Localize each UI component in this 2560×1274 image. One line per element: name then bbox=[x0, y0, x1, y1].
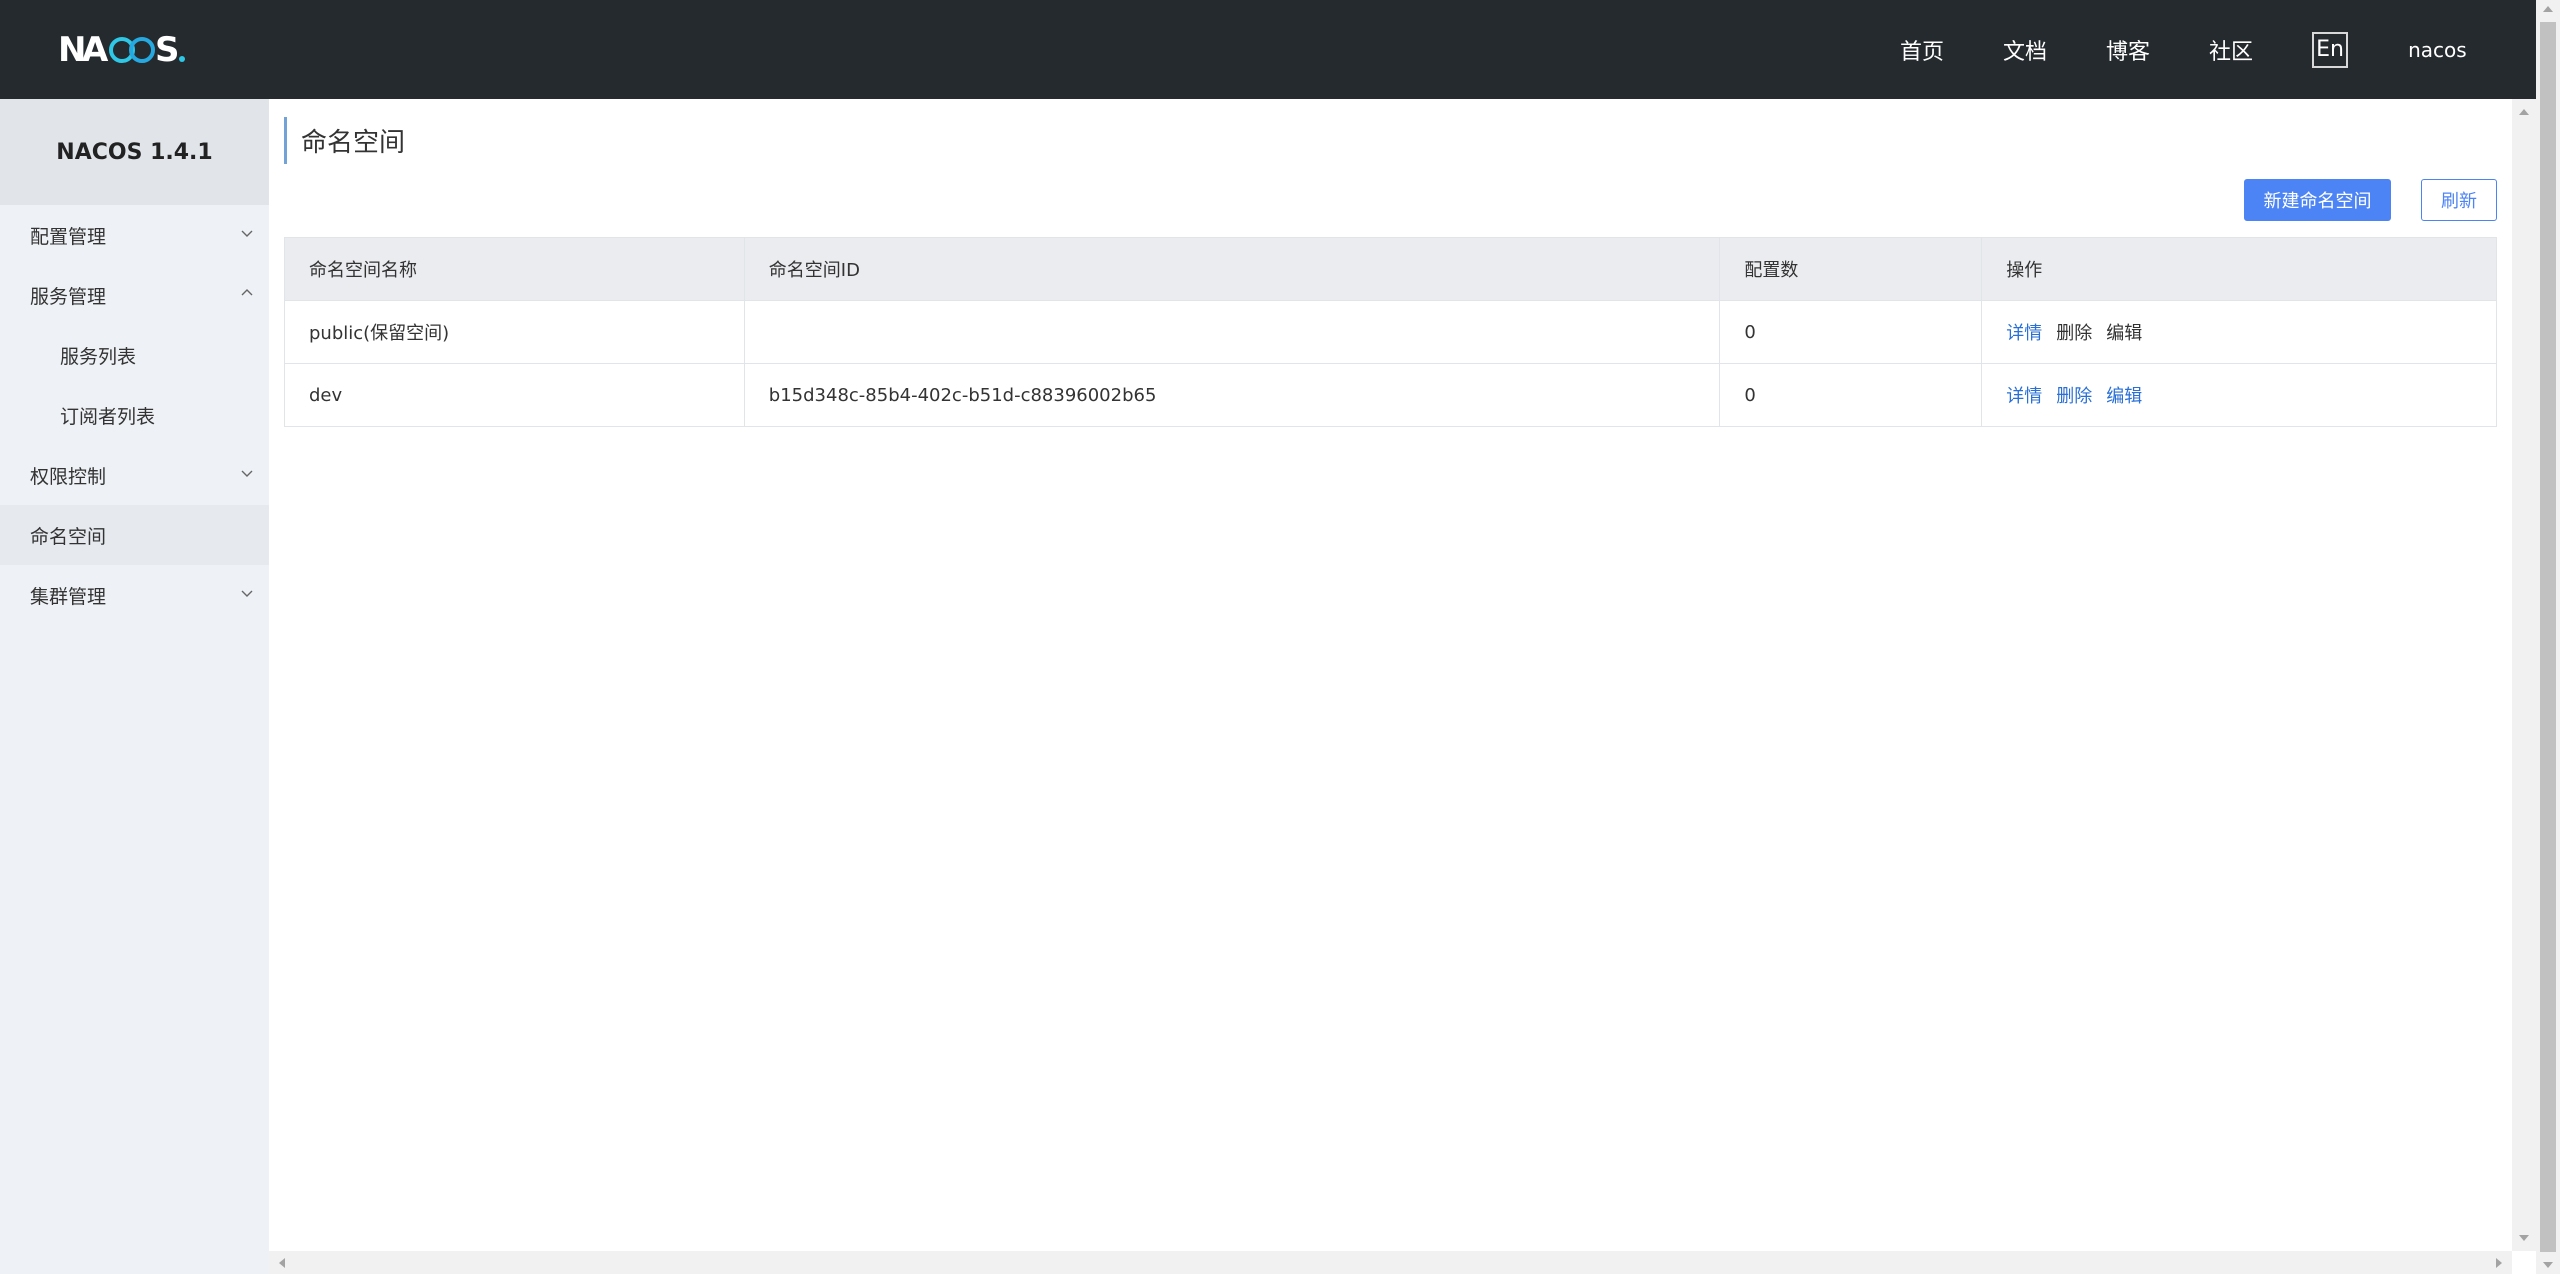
namespace-name-cell: public(保留空间) bbox=[284, 300, 745, 364]
details-link[interactable]: 详情 bbox=[2006, 323, 2042, 344]
column-header-name: 命名空间名称 bbox=[284, 237, 745, 301]
top-header: N A S 首页 文档 博客 社区 En nacos bbox=[0, 0, 2536, 99]
content-horizontal-scrollbar[interactable] bbox=[269, 1251, 2512, 1274]
sidebar-item-label: 配置管理 bbox=[30, 225, 107, 248]
column-header-actions: 操作 bbox=[1981, 237, 2497, 301]
content-vertical-scrollbar[interactable] bbox=[2512, 99, 2536, 1251]
nav-blog[interactable]: 博客 bbox=[2106, 34, 2150, 66]
svg-text:A: A bbox=[82, 30, 109, 70]
chevron-down-icon bbox=[241, 590, 253, 597]
sidebar: NACOS 1.4.1 配置管理 服务管理 服务列表 订阅者列表 权限控制 命名… bbox=[0, 99, 269, 1274]
column-header-config-count: 配置数 bbox=[1719, 237, 1983, 301]
scroll-down-arrow-icon[interactable] bbox=[2543, 1262, 2553, 1268]
product-version-title: NACOS 1.4.1 bbox=[0, 99, 269, 205]
table-row: public(保留空间) 0 详情 删除 编辑 bbox=[284, 300, 2497, 364]
sidebar-item-label: 服务管理 bbox=[30, 285, 107, 308]
namespace-id-cell bbox=[743, 300, 1721, 364]
scroll-down-arrow-icon[interactable] bbox=[2519, 1235, 2529, 1241]
namespace-name-cell: dev bbox=[284, 363, 745, 427]
edit-action-disabled: 编辑 bbox=[2106, 323, 2143, 344]
config-count-cell: 0 bbox=[1719, 363, 1983, 427]
sidebar-item-service-management[interactable]: 服务管理 bbox=[0, 265, 269, 325]
chevron-down-icon bbox=[241, 470, 253, 477]
page-title: 命名空间 bbox=[284, 117, 405, 164]
sidebar-item-service-list[interactable]: 服务列表 bbox=[0, 325, 269, 385]
sidebar-item-label: 命名空间 bbox=[30, 525, 107, 548]
namespace-table: 命名空间名称 命名空间ID 配置数 操作 public(保留空间) 0 详情 删除… bbox=[284, 237, 2497, 427]
top-nav: 首页 文档 博客 社区 En nacos bbox=[1900, 0, 2467, 99]
actions-cell: 详情 删除 编辑 bbox=[1981, 363, 2497, 427]
main-content: 命名空间 新建命名空间 刷新 命名空间名称 命名空间ID 配置数 操作 publ… bbox=[269, 99, 2512, 1251]
actions-cell: 详情 删除 编辑 bbox=[1981, 300, 2497, 364]
scroll-up-arrow-icon[interactable] bbox=[2543, 6, 2553, 12]
nav-community[interactable]: 社区 bbox=[2209, 34, 2253, 66]
sidebar-item-access-control[interactable]: 权限控制 bbox=[0, 445, 269, 505]
user-menu[interactable]: nacos bbox=[2408, 38, 2467, 62]
sidebar-item-cluster-management[interactable]: 集群管理 bbox=[0, 565, 269, 625]
chevron-up-icon bbox=[241, 289, 253, 296]
namespace-id-cell: b15d348c-85b4-402c-b51d-c88396002b65 bbox=[743, 363, 1721, 427]
nav-docs[interactable]: 文档 bbox=[2003, 34, 2047, 66]
scroll-right-arrow-icon[interactable] bbox=[2496, 1258, 2502, 1268]
create-namespace-button[interactable]: 新建命名空间 bbox=[2244, 179, 2391, 221]
page-vertical-scrollbar[interactable] bbox=[2536, 0, 2560, 1274]
delete-link[interactable]: 删除 bbox=[2056, 386, 2092, 407]
svg-text:S: S bbox=[155, 30, 180, 70]
edit-link[interactable]: 编辑 bbox=[2106, 386, 2142, 407]
column-header-id: 命名空间ID bbox=[743, 237, 1721, 301]
sidebar-item-subscriber-list[interactable]: 订阅者列表 bbox=[0, 385, 269, 445]
nacos-logo[interactable]: N A S bbox=[58, 30, 208, 70]
scroll-up-arrow-icon[interactable] bbox=[2519, 109, 2529, 115]
scroll-left-arrow-icon[interactable] bbox=[279, 1258, 285, 1268]
nav-home[interactable]: 首页 bbox=[1900, 34, 1944, 66]
language-switch-button[interactable]: En bbox=[2312, 31, 2349, 68]
scrollbar-thumb[interactable] bbox=[2540, 22, 2556, 1252]
sidebar-item-label: 服务列表 bbox=[60, 345, 137, 368]
refresh-button[interactable]: 刷新 bbox=[2421, 179, 2497, 221]
sidebar-item-namespace[interactable]: 命名空间 bbox=[0, 505, 269, 565]
details-link[interactable]: 详情 bbox=[2006, 386, 2042, 407]
sidebar-item-label: 集群管理 bbox=[30, 585, 107, 608]
table-row: dev b15d348c-85b4-402c-b51d-c88396002b65… bbox=[284, 363, 2497, 427]
table-header-row: 命名空间名称 命名空间ID 配置数 操作 bbox=[284, 237, 2497, 301]
chevron-down-icon bbox=[241, 230, 253, 237]
config-count-cell: 0 bbox=[1719, 300, 1983, 364]
sidebar-item-config-management[interactable]: 配置管理 bbox=[0, 205, 269, 265]
delete-action-disabled: 删除 bbox=[2056, 323, 2093, 344]
sidebar-item-label: 订阅者列表 bbox=[60, 405, 156, 428]
sidebar-item-label: 权限控制 bbox=[30, 465, 107, 488]
